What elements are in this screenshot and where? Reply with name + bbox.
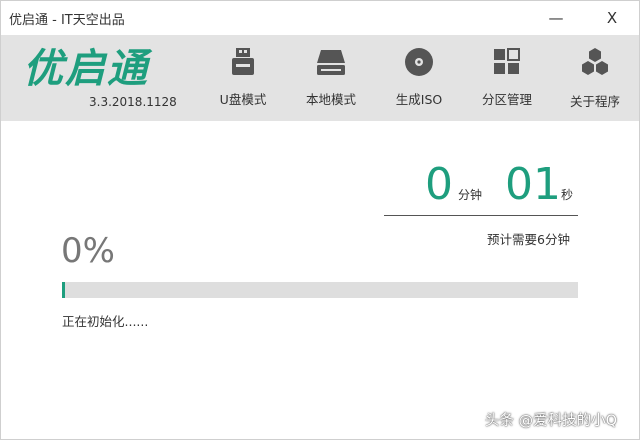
local-mode-button[interactable]: 本地模式 — [294, 43, 368, 115]
title-bar: 优启通 - IT天空出品 — X — [1, 1, 639, 35]
minimize-button[interactable]: — — [541, 7, 571, 29]
close-button[interactable]: X — [597, 7, 627, 29]
seconds-unit-label: 秒 — [561, 188, 574, 202]
partition-manager-button[interactable]: 分区管理 — [470, 43, 544, 115]
watermark-text: 头条 @爱科技的小Q — [485, 413, 618, 429]
progress-percent: 0% — [61, 231, 115, 271]
about-button[interactable]: 关于程序 — [558, 43, 632, 115]
toolbar: 优启通 3.3.2018.1128 U盘模式 本地模式 生成ISO 分区管理 关… — [1, 35, 639, 121]
minutes-unit-label: 分钟 — [458, 188, 483, 202]
timer-divider — [384, 215, 578, 216]
tool-label-usb: U盘模式 — [219, 92, 267, 107]
usb-mode-button[interactable]: U盘模式 — [206, 43, 280, 115]
app-window: 优启通 - IT天空出品 — X 优启通 3.3.2018.1128 U盘模式 … — [0, 0, 640, 440]
partition-grid-icon — [494, 48, 520, 74]
progress-bar-fill — [62, 282, 65, 298]
status-text: 正在初始化...... — [62, 314, 149, 329]
usb-drive-icon — [232, 48, 254, 75]
window-title: 优启通 - IT天空出品 — [9, 13, 125, 28]
tool-label-about: 关于程序 — [569, 94, 620, 109]
progress-bar — [62, 282, 578, 298]
tool-label-local: 本地模式 — [305, 92, 356, 107]
elapsed-seconds: 01 — [505, 159, 561, 210]
version-label: 3.3.2018.1128 — [89, 95, 177, 109]
about-hexagons-icon — [582, 48, 608, 75]
tool-label-partition: 分区管理 — [481, 92, 532, 107]
hard-drive-icon — [317, 50, 345, 75]
elapsed-minutes: 0 — [425, 159, 453, 210]
app-logo: 优启通 — [23, 46, 149, 92]
tool-label-iso: 生成ISO — [395, 92, 443, 107]
generate-iso-button[interactable]: 生成ISO — [382, 43, 456, 115]
disc-icon — [405, 48, 433, 76]
estimated-time-label: 预计需要6分钟 — [487, 232, 570, 247]
